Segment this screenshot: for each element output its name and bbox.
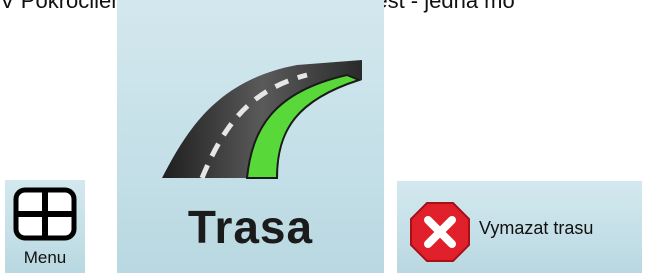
window-grid-icon <box>13 187 77 241</box>
menu-button[interactable]: Menu <box>5 180 85 273</box>
menu-label: Menu <box>23 248 67 267</box>
red-x-delete-icon <box>410 202 470 262</box>
delete-route-label: Vymazat trasu <box>479 218 594 238</box>
road-route-icon <box>162 60 362 179</box>
route-button[interactable]: Trasa <box>117 0 384 273</box>
delete-route-button[interactable]: Vymazat trasu <box>397 181 642 273</box>
route-label: Trasa <box>187 201 314 253</box>
